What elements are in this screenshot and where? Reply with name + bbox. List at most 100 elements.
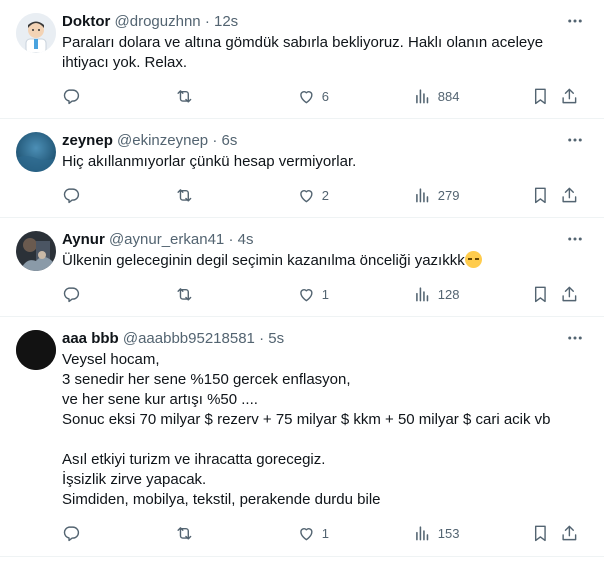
timestamp[interactable]: 5s [268, 330, 284, 347]
share-button[interactable] [560, 85, 579, 107]
views-button[interactable]: 279 [413, 184, 459, 206]
user-handle[interactable]: @droguzhnn [115, 13, 201, 30]
share-icon [562, 187, 577, 202]
action-bar: 1 128 [62, 271, 588, 319]
reply-icon [63, 526, 80, 541]
timestamp[interactable]: 4s [238, 231, 254, 248]
photo-avatar-icon [16, 231, 56, 271]
avatar[interactable] [16, 132, 56, 172]
pensive-face-emoji-icon [464, 251, 482, 268]
tweet[interactable]: Aynur @aynur_erkan41 · 4s Ülkenin gelece… [0, 218, 604, 317]
view-count: 279 [437, 187, 460, 203]
bookmark-button[interactable] [531, 85, 550, 107]
like-count: 1 [321, 525, 329, 541]
reply-feed: Doktor @droguzhnn · 12s Paraları dolara … [0, 0, 604, 557]
retweet-icon [177, 188, 192, 202]
timestamp[interactable]: 6s [222, 132, 238, 149]
views-chart-icon [416, 187, 429, 203]
like-button[interactable]: 1 [297, 283, 329, 305]
heart-icon [300, 527, 313, 540]
reply-button[interactable] [62, 85, 87, 107]
avatar[interactable] [16, 13, 56, 53]
views-button[interactable]: 884 [413, 85, 459, 107]
display-name[interactable]: Doktor [62, 13, 110, 30]
retweet-icon [177, 287, 192, 301]
avatar[interactable] [16, 330, 56, 370]
separator-dot: · [204, 13, 210, 30]
reply-icon [63, 287, 80, 302]
like-button[interactable]: 1 [297, 522, 329, 544]
tweet-text-wrap: Ülkenin geleceginin degil seçimin kazanı… [62, 251, 588, 271]
action-bar: 1 153 [62, 510, 588, 558]
like-count: 2 [321, 187, 329, 203]
bookmark-button[interactable] [531, 283, 550, 305]
heart-icon [300, 189, 313, 202]
retweet-button[interactable] [175, 283, 200, 305]
more-options-icon[interactable] [564, 228, 586, 250]
more-options-icon[interactable] [564, 129, 586, 151]
reply-icon [63, 89, 80, 104]
bookmark-button[interactable] [531, 522, 550, 544]
retweet-icon [177, 526, 192, 540]
more-options-icon[interactable] [564, 10, 586, 32]
share-button[interactable] [560, 522, 579, 544]
display-name[interactable]: zeynep [62, 132, 113, 149]
views-button[interactable]: 153 [413, 522, 459, 544]
like-count: 1 [321, 286, 329, 302]
heart-icon [300, 90, 313, 103]
retweet-button[interactable] [175, 85, 200, 107]
reply-button[interactable] [62, 184, 87, 206]
user-handle[interactable]: @aaabbb95218581 [123, 330, 255, 347]
bookmark-button[interactable] [531, 184, 550, 206]
reply-button[interactable] [62, 283, 87, 305]
bookmark-icon [534, 525, 546, 541]
like-button[interactable]: 2 [297, 184, 329, 206]
tweet-header: Doktor @droguzhnn · 12s [62, 12, 588, 32]
tweet-header: aaa bbb @aaabbb95218581 · 5s [62, 329, 588, 349]
water-avatar-icon [16, 132, 56, 172]
share-icon [562, 286, 577, 301]
action-bar: 2 279 [62, 172, 588, 220]
tweet-header: zeynep @ekinzeynep · 6s [62, 131, 588, 151]
retweet-icon [177, 89, 192, 103]
user-handle[interactable]: @ekinzeynep [117, 132, 208, 149]
view-count: 884 [437, 88, 460, 104]
tweet[interactable]: Doktor @droguzhnn · 12s Paraları dolara … [0, 0, 604, 119]
views-chart-icon [416, 525, 429, 541]
tweet[interactable]: zeynep @ekinzeynep · 6s Hiç akıllanmıyor… [0, 119, 604, 218]
tweet-text: Ülkenin geleceginin degil seçimin kazanı… [62, 252, 465, 269]
share-button[interactable] [560, 184, 579, 206]
display-name[interactable]: aaa bbb [62, 330, 119, 347]
reply-icon [63, 188, 80, 203]
separator-dot: · [212, 132, 218, 149]
share-icon [562, 525, 577, 540]
view-count: 128 [437, 286, 460, 302]
views-button[interactable]: 128 [413, 283, 459, 305]
separator-dot: · [228, 231, 234, 248]
views-chart-icon [416, 88, 429, 104]
retweet-button[interactable] [175, 184, 200, 206]
display-name[interactable]: Aynur [62, 231, 105, 248]
bookmark-icon [534, 88, 546, 104]
tweet-text: Paraları dolara ve altına gömdük sabırla… [62, 34, 544, 71]
views-chart-icon [416, 286, 429, 302]
bookmark-icon [534, 187, 546, 203]
tweet[interactable]: aaa bbb @aaabbb95218581 · 5s Veysel hoca… [0, 317, 604, 557]
more-options-icon[interactable] [564, 327, 586, 349]
tweet-text: Veysel hocam, 3 senedir her sene %150 ge… [62, 351, 551, 508]
timestamp[interactable]: 12s [214, 13, 238, 30]
share-button[interactable] [560, 283, 579, 305]
doctor-avatar-icon [16, 13, 56, 53]
reply-button[interactable] [62, 522, 87, 544]
heart-icon [300, 288, 313, 301]
share-icon [562, 88, 577, 103]
separator-dot: · [259, 330, 265, 347]
action-bar: 6 884 [62, 73, 588, 121]
like-button[interactable]: 6 [297, 85, 329, 107]
user-handle[interactable]: @aynur_erkan41 [109, 231, 224, 248]
view-count: 153 [437, 525, 460, 541]
tweet-text: Hiç akıllanmıyorlar çünkü hesap vermiyor… [62, 153, 357, 170]
black-avatar-icon [16, 330, 56, 370]
retweet-button[interactable] [175, 522, 200, 544]
avatar[interactable] [16, 231, 56, 271]
